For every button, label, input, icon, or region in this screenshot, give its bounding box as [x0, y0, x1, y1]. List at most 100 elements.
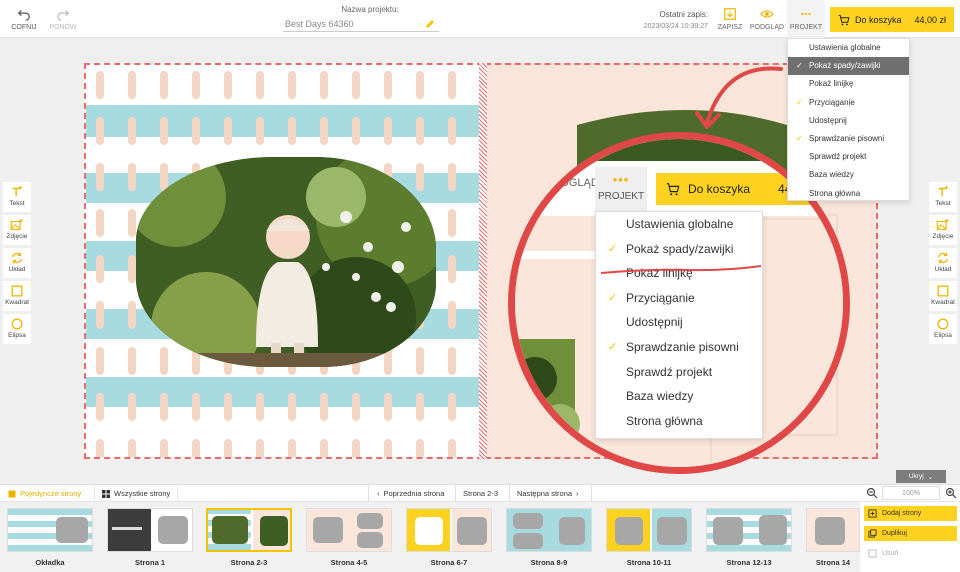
thumbnail-label: Strona 6-7 [430, 558, 468, 567]
thumbnail-4[interactable] [306, 508, 392, 552]
tool-label: Układ [8, 266, 26, 273]
tool-left-square[interactable]: Kwadrat [3, 281, 31, 311]
thumbnail-photo-slot [56, 517, 88, 543]
menu-item-label: Pokaż linijkę [809, 79, 854, 89]
zoom-in-icon[interactable] [945, 487, 957, 499]
undo-icon [17, 10, 30, 21]
tool-left-text-add[interactable]: Tekst [3, 182, 31, 212]
save-button[interactable]: ZAPISZ [715, 0, 745, 38]
project-label: PROJEKT [789, 24, 823, 31]
image-add-icon [10, 218, 23, 230]
single-pages-button[interactable]: Pojedyncze strony [0, 485, 95, 502]
thumbnail-label: Okładka [35, 558, 65, 567]
tool-label: Zdjęcie [6, 233, 28, 240]
chevron-down-icon: ⌄ [927, 473, 934, 481]
undo-button[interactable]: COFNIJ [8, 0, 40, 38]
thumbnail-photo-slot [615, 517, 643, 545]
save-icon [724, 8, 736, 20]
menu-item-5[interactable]: Udostępnij [596, 310, 762, 335]
thumbnail-label: Strona 10-11 [626, 558, 672, 567]
menu-item-3[interactable]: Pokaż linijkę [596, 261, 762, 286]
preview-button[interactable]: PODGLĄD [749, 0, 785, 38]
checkmark-icon: ✓ [608, 291, 618, 304]
redo-button[interactable]: PONÓW [44, 0, 82, 38]
photo-frame[interactable] [136, 157, 436, 367]
menu-item-label: Przyciąganie [809, 97, 855, 107]
callout-project-button: ••• PROJEKT [595, 167, 647, 211]
thumbnail-label: Strona 14 [815, 558, 851, 567]
menu-item-8[interactable]: Baza wiedzy [596, 384, 762, 409]
zoom-out-icon[interactable] [866, 487, 878, 499]
callout-cart-label: Do koszyka [688, 182, 751, 196]
menu-item-4[interactable]: ✓ Przyciąganie [788, 94, 909, 112]
thumbnail-9[interactable] [806, 508, 860, 552]
project-dropdown-menu: Ustawienia globalne ✓ Pokaż spady/zawijki P… [787, 38, 910, 201]
thumbnail-3[interactable] [206, 508, 292, 552]
chevron-right-icon: › [576, 489, 579, 498]
next-page-button[interactable]: Następna strona › [510, 485, 592, 502]
menu-item-7[interactable]: Sprawdź projekt [596, 360, 762, 385]
thumbnail-label: Strona 2-3 [230, 558, 268, 567]
tool-label: Tekst [9, 200, 25, 207]
zoom-level[interactable]: 100% [882, 486, 940, 500]
layout-refresh-icon [11, 252, 23, 264]
menu-item-6[interactable]: ✓ Sprawdzanie pisowni [596, 335, 762, 360]
add-pages-button[interactable]: Dodaj strony [864, 506, 957, 521]
menu-item-label: Pokaż linijkę [626, 266, 693, 281]
tool-right-circle[interactable]: Elipsa [929, 314, 957, 344]
tool-right-square[interactable]: Kwadrat [929, 281, 957, 311]
menu-item-1[interactable]: Ustawienia globalne [788, 39, 909, 57]
menu-item-3[interactable]: Pokaż linijkę [788, 75, 909, 93]
menu-item-9[interactable]: Strona główna [596, 409, 762, 434]
thumbnail-2[interactable] [107, 508, 193, 552]
single-pages-label: Pojedyncze strony [20, 489, 82, 498]
pencil-icon[interactable] [424, 18, 436, 30]
page-left[interactable] [84, 63, 483, 459]
duplicate-button[interactable]: Duplikuj [864, 526, 957, 541]
menu-item-label: Udostępnij [626, 315, 683, 330]
thumbnail-8[interactable] [706, 508, 792, 552]
add-to-cart-button[interactable]: Do koszyka 44,00 zł [830, 7, 954, 32]
menu-item-2[interactable]: ✓ Pokaż spady/zawijki [596, 237, 762, 262]
thumbnail-7[interactable] [606, 508, 692, 552]
menu-item-8[interactable]: Baza wiedzy [788, 166, 909, 184]
thumbnail-5[interactable] [406, 508, 492, 552]
all-pages-button[interactable]: Wszystkie strony [96, 485, 178, 502]
menu-item-5[interactable]: Udostępnij [788, 112, 909, 130]
menu-item-label: Baza wiedzy [626, 389, 694, 404]
project-name-field[interactable]: Best Days 64360 [283, 16, 439, 32]
square-icon [937, 285, 949, 297]
menu-item-label: Sprawdzanie pisowni [626, 339, 739, 354]
thumbnail-photo-slot [457, 517, 487, 545]
tool-left-circle[interactable]: Elipsa [3, 314, 31, 344]
thumbnail-photo-slot [415, 517, 443, 545]
thumbnail-photo-slot [513, 533, 543, 549]
tool-right-image-add[interactable]: Zdjęcie [929, 215, 957, 245]
save-label: ZAPISZ [717, 24, 743, 31]
tool-right-text-add[interactable]: Tekst [929, 182, 957, 212]
hide-button[interactable]: Ukryj ⌄ [896, 470, 946, 483]
menu-item-label: Sprawdź projekt [626, 364, 713, 379]
thumbnail-6[interactable] [506, 508, 592, 552]
tool-left-layout-refresh[interactable]: Układ [3, 248, 31, 278]
thumbnail-photo-slot [357, 532, 383, 548]
undo-label: COFNIJ [11, 24, 37, 31]
menu-item-2[interactable]: ✓ Pokaż spady/zawijki [788, 57, 909, 76]
menu-item-9[interactable]: Strona główna [788, 185, 909, 203]
menu-item-label: Udostępnij [809, 115, 847, 125]
menu-item-4[interactable]: ✓ Przyciąganie [596, 286, 762, 311]
menu-item-1[interactable]: Ustawienia globalne [596, 212, 762, 237]
circle-icon [937, 318, 949, 330]
menu-item-6[interactable]: ✓ Sprawdzanie pisowni [788, 130, 909, 148]
cart-icon [838, 14, 850, 25]
thumbnail-1[interactable] [7, 508, 93, 552]
tool-left-image-add[interactable]: Zdjęcie [3, 215, 31, 245]
callout-page-edge [515, 251, 595, 259]
project-menu-button[interactable]: PROJEKT [787, 0, 825, 38]
menu-item-label: Strona główna [809, 188, 861, 198]
menu-item-7[interactable]: Sprawdź projekt [788, 148, 909, 166]
previous-page-button[interactable]: ‹ Poprzednia strona [368, 485, 456, 502]
thumbnail-photo-slot [559, 517, 585, 545]
tool-right-layout-refresh[interactable]: Układ [929, 248, 957, 278]
delete-button[interactable]: Usuń [864, 546, 957, 561]
